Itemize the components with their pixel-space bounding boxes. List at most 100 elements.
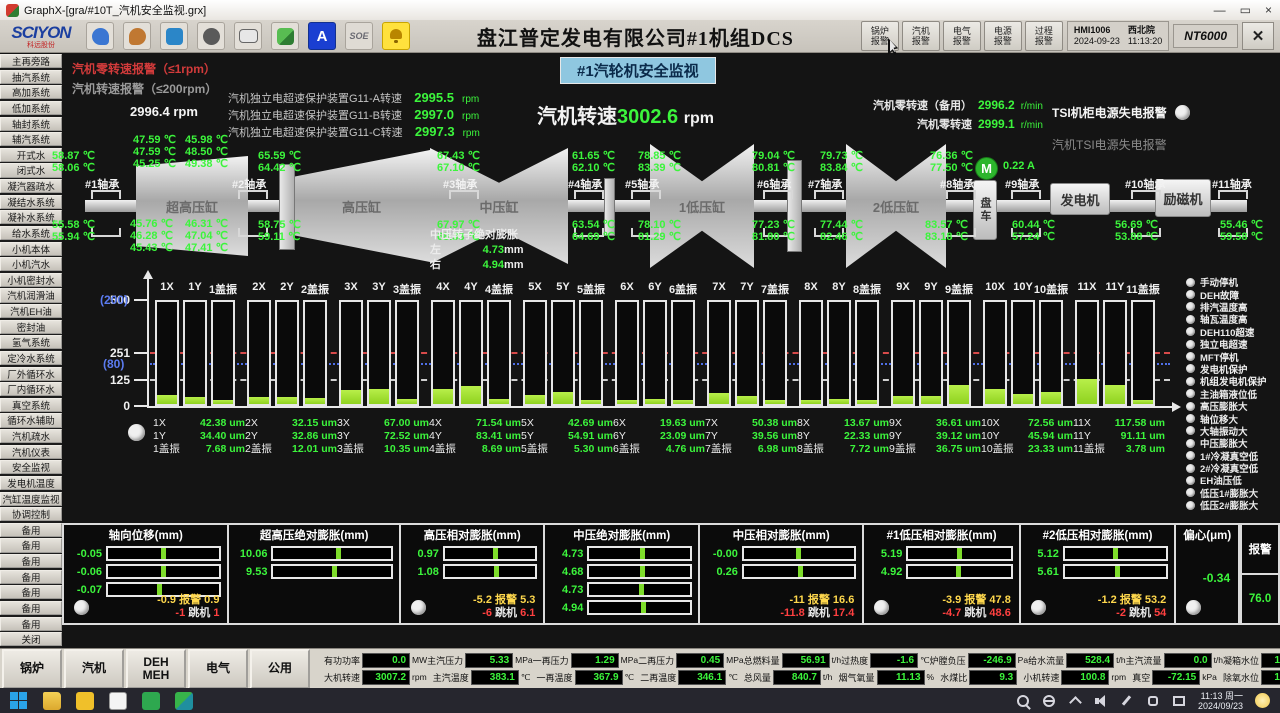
parameter-value: -72.15 [1152,670,1200,685]
close-button[interactable]: × [1265,3,1272,17]
y-tick-mark [134,405,148,407]
sidebar-item[interactable]: 轴封系统 [0,117,62,131]
gauge-bar[interactable] [906,564,1012,579]
gauge-bar[interactable] [587,564,691,579]
file-explorer-icon[interactable] [43,692,61,710]
sidebar-item[interactable]: 备用 [0,570,62,584]
sidebar-item[interactable]: 高加系统 [0,85,62,99]
taskbar-clock[interactable]: 11:13 周一 2024/09/23 [1198,691,1243,711]
alarm-category-button[interactable]: 电源报警 [984,21,1022,51]
sidebar-item[interactable]: 凝汽器疏水 [0,179,62,193]
sidebar-item[interactable]: 汽机润滑油 [0,288,62,302]
gauge-bar[interactable] [587,600,691,615]
trend-icon[interactable] [160,22,188,50]
vibration-value-row: 11Y91.11 um [1073,430,1165,443]
parameter-cell: 总风量840.7t/h [744,670,832,685]
sidebar-item[interactable]: 密封油 [0,320,62,334]
system-nav-button[interactable]: DEHMEH [126,649,186,689]
chat-icon[interactable] [1146,694,1160,708]
maximize-button[interactable]: ▭ [1240,3,1251,17]
nt6000-badge: NT6000 [1173,24,1238,48]
gauge-bar[interactable] [271,564,392,579]
notepad-app-icon[interactable] [109,692,127,710]
sidebar-item[interactable]: 定冷水系统 [0,351,62,365]
volume-icon[interactable] [1094,694,1108,708]
gauge-bar[interactable] [106,546,221,561]
taskbar-app-icon[interactable] [76,692,94,710]
pen-icon[interactable] [1120,694,1134,708]
screen-icon[interactable] [1172,694,1186,708]
sidebar-item[interactable]: 小机密封水 [0,273,62,287]
alarm-category-button[interactable]: 过程报警 [1025,21,1063,51]
sidebar-item[interactable]: 氢气系统 [0,335,62,349]
gauge-bar[interactable] [271,546,392,561]
sidebar-item[interactable]: 备用 [0,617,62,631]
sidebar-item[interactable]: 备用 [0,523,62,537]
sidebar-item[interactable]: 主再旁路 [0,54,62,68]
sidebar-item[interactable]: 凝结水系统 [0,195,62,209]
sidebar-item[interactable]: 备用 [0,554,62,568]
operator-icon[interactable] [197,22,225,50]
gauge-bar[interactable] [906,546,1012,561]
sidebar-item[interactable]: 汽缸温度监视 [0,492,62,506]
sidebar-item[interactable]: 厂外循环水 [0,367,62,381]
vibration-value-row: 10盖振23.33 um [981,443,1073,456]
gauge-bar[interactable] [587,582,691,597]
sidebar-item[interactable]: 抽汽系统 [0,70,62,84]
weather-brightness-icon[interactable] [1255,693,1270,708]
taskbar-app3-icon[interactable] [175,692,193,710]
sidebar-item[interactable]: 循环水辅助 [0,413,62,427]
gauge-bar[interactable] [443,564,538,579]
sidebar-item[interactable]: 备用 [0,601,62,615]
cards-icon[interactable] [271,22,299,50]
gauge-bar[interactable] [742,546,856,561]
sidebar-item[interactable]: 发电机温度 [0,476,62,490]
alarm-category-button[interactable]: 汽机报警 [902,21,940,51]
sidebar-item[interactable]: 汽机EH油 [0,304,62,318]
search-icon[interactable] [1016,694,1030,708]
system-nav-button[interactable]: 公用 [250,649,310,689]
vibration-values-column: 11X117.58 um11Y91.11 um11盖振3.78 um [1073,417,1165,456]
globe-icon[interactable] [1042,694,1056,708]
sidebar-item[interactable]: 厂内循环水 [0,382,62,396]
sidebar-item[interactable]: 低加系统 [0,101,62,115]
sidebar-item[interactable]: 关闭 [0,632,62,646]
gauge-bar[interactable] [742,564,856,579]
alarm-category-button[interactable]: 电气报警 [943,21,981,51]
gauge-bar[interactable] [1063,546,1168,561]
gauge-bar[interactable] [1063,564,1168,579]
tray-expand-chevron-icon[interactable] [1068,694,1082,708]
bearing-bracket [449,190,479,199]
system-nav-button[interactable]: 汽机 [64,649,124,689]
overspeed-label: 汽机独立电超速保护装置G11-C转速 [228,126,403,141]
sidebar-item[interactable]: 小机本体 [0,242,62,256]
bar-fill [305,398,325,404]
sidebar-item[interactable]: 汽机疏水 [0,429,62,443]
sidebar-item[interactable]: 小机汽水 [0,257,62,271]
sidebar-item[interactable]: 安全监视 [0,460,62,474]
taskbar-app2-icon[interactable] [142,692,160,710]
speed-alarm-label: 汽机转速报警（≤200rpm） [72,80,217,97]
system-nav-button[interactable]: 锅炉 [2,649,62,689]
start-button[interactable] [10,692,28,710]
gauge-bar[interactable] [443,546,538,561]
soe-icon[interactable]: SOE [345,22,373,50]
minimize-button[interactable]: — [1214,3,1226,17]
sidebar-item[interactable]: 汽机仪表 [0,445,62,459]
sidebar-item[interactable]: 辅汽系统 [0,132,62,146]
alarm-bell-icon[interactable] [382,22,410,50]
status-lamp-icon [1186,389,1195,398]
gauge-bar[interactable] [587,546,691,561]
bearing-temp: 47.41 ℃ [185,242,228,254]
font-icon[interactable]: A [308,22,336,50]
sidebar-item[interactable]: 真空系统 [0,398,62,412]
sidebar-item[interactable]: 协调控制 [0,507,62,521]
sidebar-item[interactable]: 备用 [0,538,62,552]
system-nav-button[interactable]: 电气 [188,649,248,689]
print-icon[interactable] [234,22,262,50]
hand-tool-icon[interactable] [86,22,114,50]
gauge-bar[interactable] [106,564,221,579]
sidebar-item[interactable]: 备用 [0,585,62,599]
palette-icon[interactable] [123,22,151,50]
toolbar-close-button[interactable]: ✕ [1242,22,1274,50]
